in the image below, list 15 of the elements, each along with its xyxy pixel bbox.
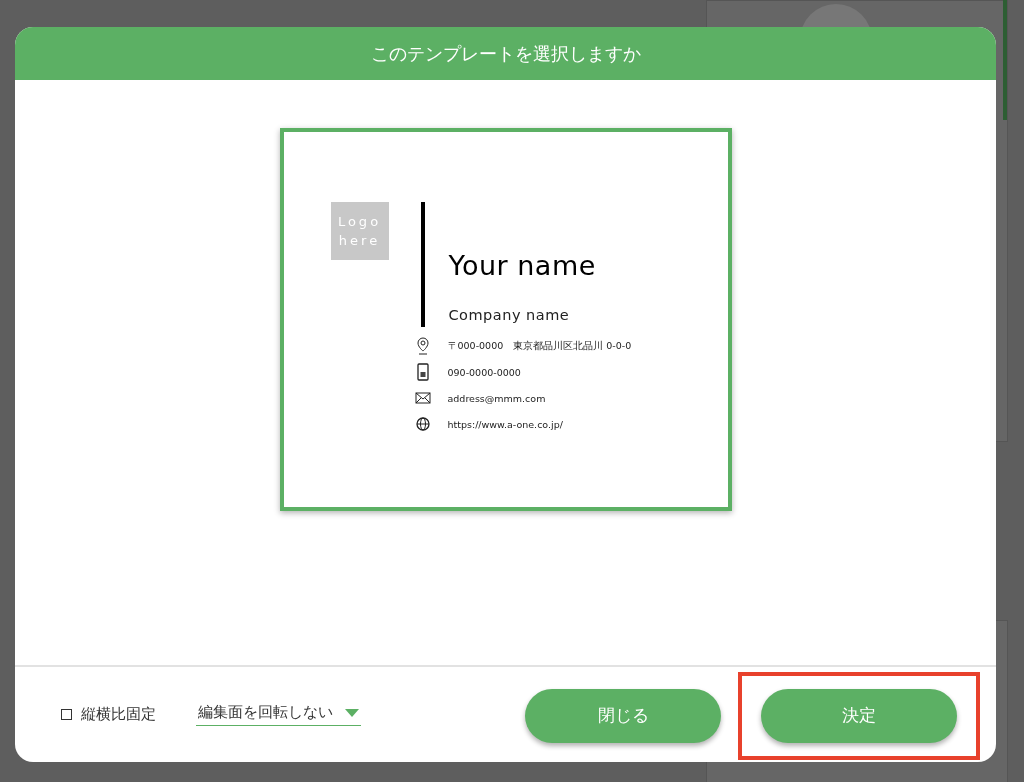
rotation-dropdown[interactable]: 編集面を回転しない	[196, 703, 361, 726]
contact-text: 〒000-0000 東京都品川区北品川 0-0-0	[447, 339, 632, 353]
location-pin-icon	[416, 337, 429, 355]
name-text: Your name	[448, 250, 596, 281]
checkbox[interactable]	[61, 709, 72, 720]
globe-icon	[415, 417, 430, 431]
contact-text: address@mmm.com	[447, 392, 546, 404]
dropdown-arrow-icon	[345, 708, 359, 717]
contact-text: https://www.a-one.co.jp/	[447, 418, 563, 430]
dialog-title: このテンプレートを選択しますか	[15, 27, 996, 80]
mail-icon	[414, 392, 431, 404]
checkbox-label: 縦横比固定	[81, 705, 156, 724]
company-text: Company name	[448, 307, 571, 323]
contact-text: 090-0000-0000	[447, 366, 521, 378]
phone-icon	[416, 363, 429, 381]
